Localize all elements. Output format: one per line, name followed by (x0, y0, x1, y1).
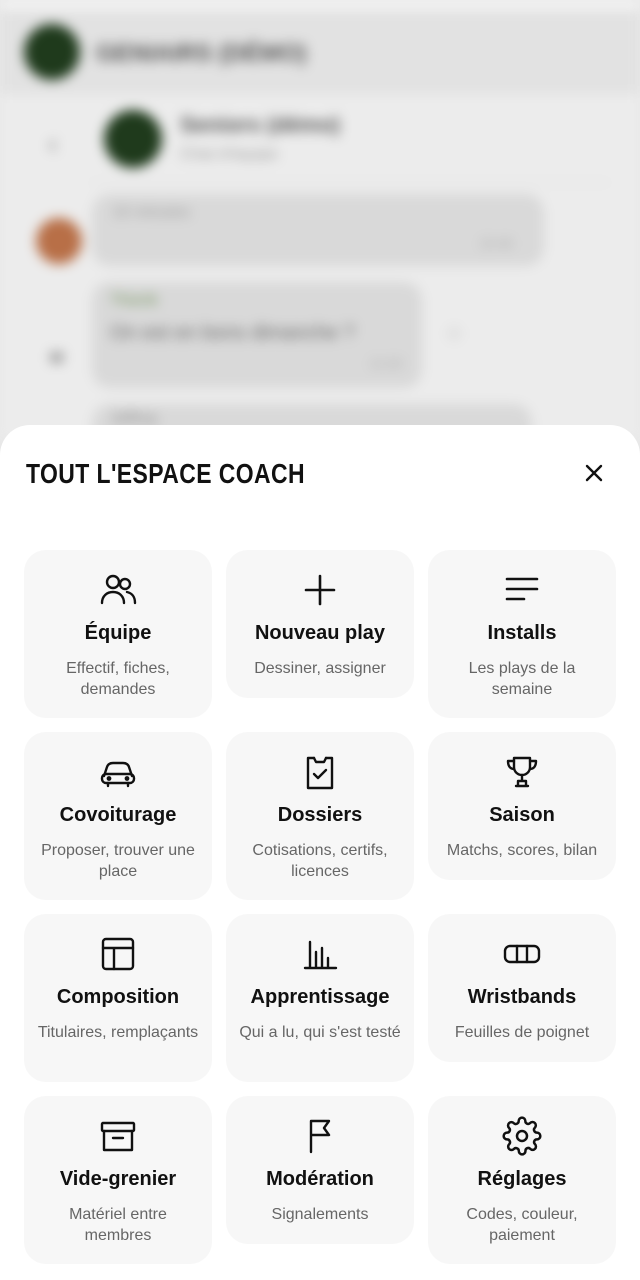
users-icon (98, 570, 138, 610)
menu-card-dossiers[interactable]: Dossiers Cotisations, certifs, licences (226, 732, 414, 900)
conversation-title: Seniors (démo) (180, 112, 341, 137)
menu-card-apprentissage[interactable]: Apprentissage Qui a lu, qui s'est testé (226, 914, 414, 1082)
message-time: 20:48 (480, 236, 513, 251)
menu-card-nouveau-play[interactable]: Nouveau play Dessiner, assigner (226, 550, 414, 698)
card-description: Dessiner, assigner (254, 660, 386, 677)
background-chat: GENIAIRS (DÉMO) ‹ Seniors (démo) Chat d'… (0, 0, 640, 444)
sheet-title: TOUT L'ESPACE COACH (26, 458, 306, 489)
menu-card-covoiturage[interactable]: Covoiturage Proposer, trouver une place (24, 732, 212, 900)
card-label: Apprentissage (250, 986, 390, 1008)
card-label: Wristbands (467, 986, 577, 1008)
card-description: Qui a lu, qui s'est testé (239, 1024, 401, 1041)
card-label: Modération (266, 1168, 374, 1190)
menu-card-installs[interactable]: Installs Les plays de la semaine (428, 550, 616, 718)
close-icon (585, 464, 603, 482)
bar-chart-icon (300, 934, 340, 974)
message-time: 21:00 (370, 356, 403, 371)
card-label: Covoiturage (59, 804, 177, 826)
menu-card-saison[interactable]: Saison Matchs, scores, bilan (428, 732, 616, 880)
reaction-icon: ☺ (444, 322, 465, 344)
avatar-initials: M (50, 350, 64, 367)
card-label: Installs (487, 622, 557, 644)
menu-card-equipe[interactable]: Équipe Effectif, fiches, demandes (24, 550, 212, 718)
card-description: Proposer, trouver une place (41, 842, 195, 880)
back-icon: ‹ (48, 128, 58, 159)
flag-icon (300, 1116, 340, 1156)
wristband-icon (502, 934, 542, 974)
trophy-icon (502, 752, 542, 792)
layout-icon (98, 934, 138, 974)
menu-card-moderation[interactable]: Modération Signalements (226, 1096, 414, 1244)
conversation-subtitle: Chat d'équipe (180, 146, 279, 163)
card-description: Titulaires, remplaçants (37, 1024, 199, 1041)
card-description: Cotisations, certifs, licences (252, 842, 388, 880)
menu-card-composition[interactable]: Composition Titulaires, remplaçants (24, 914, 212, 1082)
menu-card-vide-grenier[interactable]: Vide-grenier Matériel entre membres (24, 1096, 212, 1264)
gear-icon (502, 1116, 542, 1156)
card-description: Feuilles de poignet (454, 1024, 590, 1041)
archive-icon (98, 1116, 138, 1156)
message-author: Thierik (110, 292, 159, 309)
menu-card-wristbands[interactable]: Wristbands Feuilles de poignet (428, 914, 616, 1062)
divider (90, 182, 610, 183)
card-label: Équipe (84, 622, 152, 644)
card-label: Dossiers (277, 804, 363, 826)
card-label: Saison (489, 804, 555, 826)
status-bar (0, 0, 640, 10)
avatar (36, 218, 82, 264)
message-text: 10 minutes (112, 204, 191, 221)
plus-icon (300, 570, 340, 610)
lines-icon (502, 570, 542, 610)
card-description: Les plays de la semaine (468, 660, 576, 698)
card-label: Réglages (477, 1168, 567, 1190)
card-label: Composition (56, 986, 180, 1008)
close-button[interactable] (578, 457, 610, 489)
card-description: Matériel entre membres (69, 1206, 167, 1244)
card-description: Codes, couleur, paiement (466, 1206, 578, 1244)
card-label: Vide-grenier (59, 1168, 177, 1190)
card-description: Effectif, fiches, demandes (66, 660, 170, 698)
card-description: Matchs, scores, bilan (446, 842, 598, 859)
header-title: GENIAIRS (DÉMO) (96, 40, 307, 67)
card-label: Nouveau play (254, 622, 386, 644)
card-description: Signalements (271, 1206, 369, 1223)
car-icon (98, 752, 138, 792)
message-text: On est en bons dimanche ? (110, 322, 355, 344)
team-avatar (24, 24, 80, 80)
menu-card-reglages[interactable]: Réglages Codes, couleur, paiement (428, 1096, 616, 1264)
conversation-avatar (104, 110, 162, 168)
coach-space-sheet: TOUT L'ESPACE COACH Équipe Effectif, fic… (0, 425, 640, 1280)
clipboard-check-icon (300, 752, 340, 792)
